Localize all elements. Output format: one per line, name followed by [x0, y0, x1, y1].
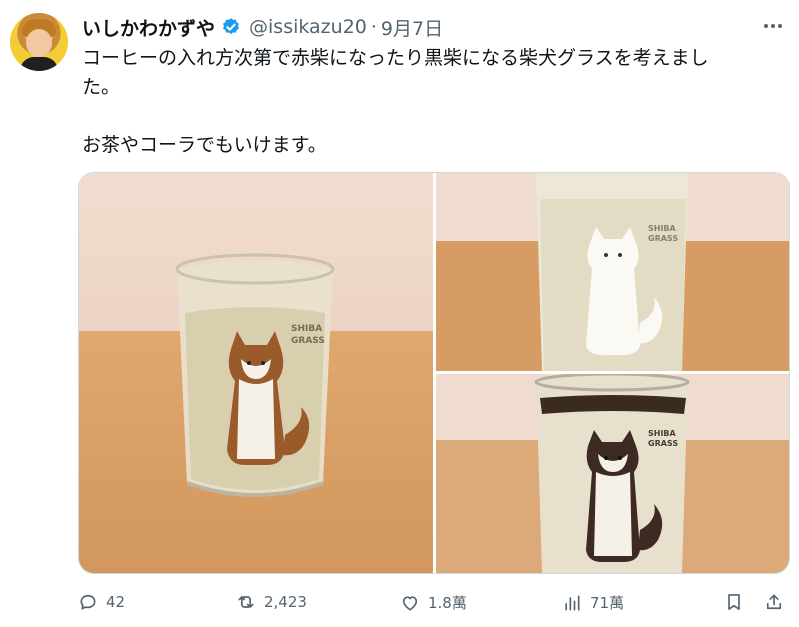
photo-white-shiba-glass[interactable]: SHIBA GRASS [436, 173, 789, 371]
share-button[interactable] [764, 592, 784, 612]
svg-text:GRASS: GRASS [291, 336, 325, 346]
like-button[interactable]: 1.8萬 [400, 592, 467, 613]
reply-count: 42 [106, 593, 126, 611]
svg-text:SHIBA: SHIBA [648, 429, 677, 438]
heart-icon [402, 595, 418, 610]
reply-icon [80, 594, 96, 610]
avatar[interactable] [10, 13, 68, 71]
like-count: 1.8萬 [428, 594, 467, 612]
avatar-shirt [20, 57, 58, 71]
svg-text:SHIBA: SHIBA [291, 324, 322, 334]
media-grid: SHIBA GRASS SHIBA GRASS SHIBA GRASS [78, 172, 790, 574]
display-name[interactable]: いしかわかずや [82, 14, 215, 41]
repost-count: 2,423 [264, 593, 307, 611]
repost-button[interactable]: 2,423 [236, 592, 307, 612]
views-button[interactable]: 71萬 [562, 592, 624, 613]
svg-text:GRASS: GRASS [648, 439, 678, 448]
header-separator: · [370, 16, 377, 38]
verified-badge-icon [223, 18, 239, 35]
tweet-header: いしかわかずや @issikazu20 · 9月7日 [82, 13, 443, 41]
tweet-text-line: た。 [82, 76, 121, 98]
avatar-face [26, 29, 52, 57]
photo-brown-shiba-glass[interactable]: SHIBA GRASS [79, 173, 433, 573]
more-options-icon[interactable] [761, 16, 785, 36]
views-count: 71萬 [590, 594, 625, 612]
bookmark-button[interactable] [724, 592, 744, 612]
tweet-actions: 42 2,423 1.8萬 71萬 [78, 592, 790, 618]
bookmark-icon [728, 594, 740, 610]
tweet-date[interactable]: 9月7日 [381, 14, 443, 41]
svg-text:SHIBA: SHIBA [648, 224, 677, 233]
repost-icon [238, 596, 254, 608]
reply-button[interactable]: 42 [78, 592, 125, 612]
tweet-text-line: コーヒーの入れ方次第で赤柴になったり黒柴になる柴犬グラスを考えまし [82, 47, 709, 69]
photo-black-shiba-glass[interactable]: SHIBA GRASS [436, 374, 789, 573]
tweet-text-line: お茶やコーラでもいけます。 [82, 134, 327, 156]
tweet-text: コーヒーの入れ方次第で赤柴になったり黒柴になる柴犬グラスを考えまし た。 お茶や… [82, 44, 782, 160]
svg-text:GRASS: GRASS [648, 234, 678, 243]
share-icon [766, 594, 782, 610]
views-chart-icon [565, 595, 580, 610]
user-handle[interactable]: @issikazu20 [249, 16, 367, 38]
